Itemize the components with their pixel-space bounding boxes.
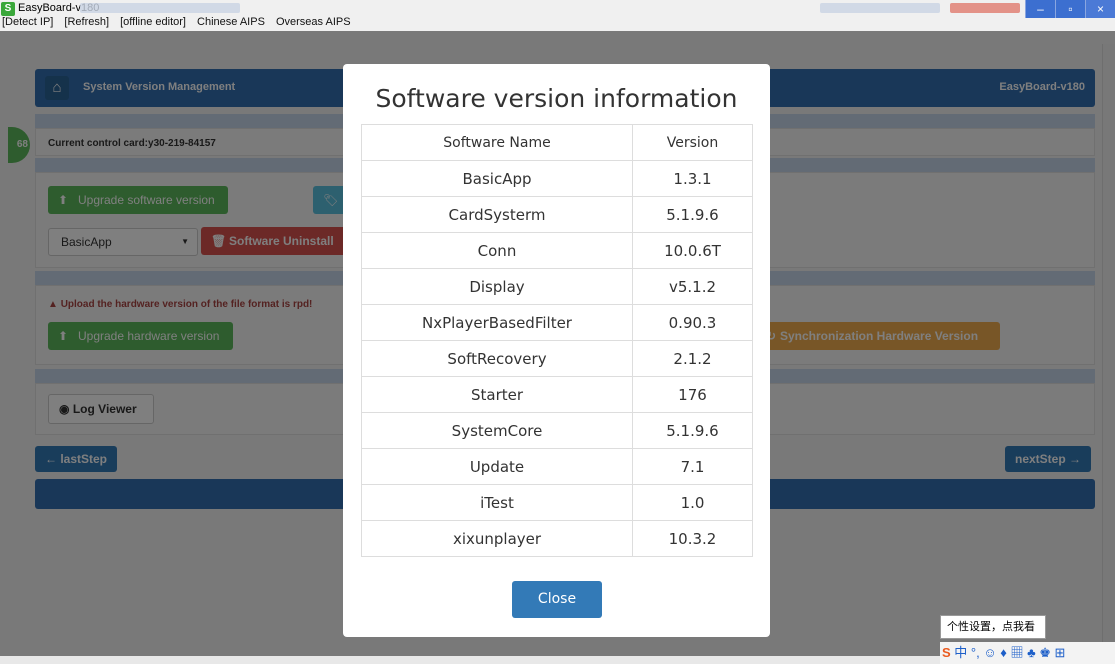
version-cell: v5.1.2 <box>632 268 753 305</box>
app-logo-icon: S <box>1 2 15 16</box>
menu-item-refresh[interactable]: [Refresh] <box>64 16 109 28</box>
version-cell: 7.1 <box>632 448 753 485</box>
table-header-row: Software Name Version <box>361 124 753 161</box>
version-cell: 5.1.9.6 <box>632 196 753 233</box>
software-version-modal: Software version information Software Na… <box>343 64 770 637</box>
table-row: iTest 1.0 <box>361 484 753 521</box>
ime-tooltip[interactable]: 个性设置，点我看看 <box>940 615 1046 655</box>
table-row: NxPlayerBasedFilter 0.90.3 <box>361 304 753 341</box>
software-name-cell: Conn <box>361 232 633 269</box>
table-row: SystemCore 5.1.9.6 <box>361 412 753 449</box>
minimize-button[interactable]: – <box>1025 0 1055 18</box>
version-cell: 10.0.6T <box>632 232 753 269</box>
menu-item-detect-ip[interactable]: [Detect IP] <box>2 16 53 28</box>
maximize-button[interactable]: ▫ <box>1055 0 1085 18</box>
version-cell: 1.0 <box>632 484 753 521</box>
table-row: Starter 176 <box>361 376 753 413</box>
software-name-cell: Update <box>361 448 633 485</box>
table-row: xixunplayer 10.3.2 <box>361 520 753 557</box>
menu-item-overseas-aips[interactable]: Overseas AIPS <box>276 16 351 28</box>
window-controls: – ▫ × <box>1025 0 1115 20</box>
table-row: Update 7.1 <box>361 448 753 485</box>
version-cell: 10.3.2 <box>632 520 753 557</box>
table-row: BasicApp 1.3.1 <box>361 160 753 197</box>
software-name-cell: Starter <box>361 376 633 413</box>
blurred-tab <box>950 3 1020 13</box>
window-close-button[interactable]: × <box>1085 0 1115 18</box>
menu-bar: [Detect IP] [Refresh] [offline editor] C… <box>2 16 359 28</box>
ime-toolbar[interactable]: S 中 °, ☺ ♦ ▦ ♣ ♚ ⊞ <box>940 642 1115 664</box>
column-header: Version <box>632 124 753 161</box>
version-cell: 176 <box>632 376 753 413</box>
menu-item-chinese-aips[interactable]: Chinese AIPS <box>197 16 265 28</box>
software-name-cell: SoftRecovery <box>361 340 633 377</box>
blurred-tab <box>80 3 240 13</box>
version-table: Software Name Version BasicApp 1.3.1 Card… <box>361 124 753 557</box>
sogou-logo-icon: S <box>942 645 951 660</box>
software-name-cell: xixunplayer <box>361 520 633 557</box>
modal-title: Software version information <box>375 84 738 113</box>
table-row: Display v5.1.2 <box>361 268 753 305</box>
software-name-cell: CardSysterm <box>361 196 633 233</box>
menu-item-offline-editor[interactable]: [offline editor] <box>120 16 186 28</box>
software-name-cell: iTest <box>361 484 633 521</box>
modal-close-button[interactable]: Close <box>512 581 602 618</box>
table-row: SoftRecovery 2.1.2 <box>361 340 753 377</box>
version-cell: 5.1.9.6 <box>632 412 753 449</box>
software-name-cell: Display <box>361 268 633 305</box>
table-row: CardSysterm 5.1.9.6 <box>361 196 753 233</box>
blurred-tab <box>820 3 940 13</box>
software-name-cell: BasicApp <box>361 160 633 197</box>
column-header: Software Name <box>361 124 633 161</box>
version-cell: 1.3.1 <box>632 160 753 197</box>
table-row: Conn 10.0.6T <box>361 232 753 269</box>
version-cell: 2.1.2 <box>632 340 753 377</box>
software-name-cell: SystemCore <box>361 412 633 449</box>
window-titlebar: S EasyBoard-v180 [Detect IP] [Refresh] [… <box>0 0 1115 31</box>
version-cell: 0.90.3 <box>632 304 753 341</box>
software-name-cell: NxPlayerBasedFilter <box>361 304 633 341</box>
